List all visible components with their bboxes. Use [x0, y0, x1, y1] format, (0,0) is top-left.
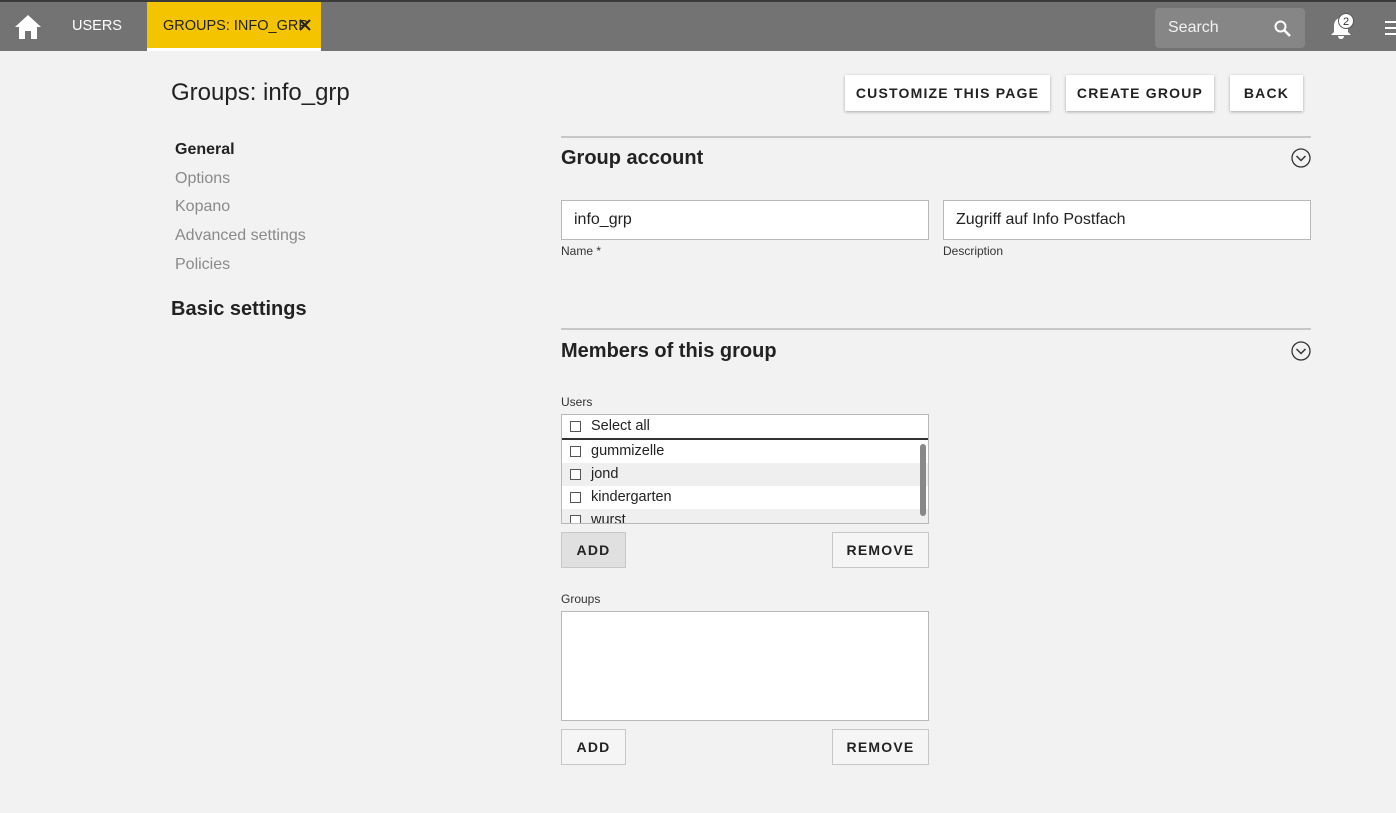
users-scrollbar[interactable]: [920, 444, 926, 516]
add-group-button[interactable]: ADD: [561, 729, 626, 765]
section-divider: [561, 136, 1311, 138]
list-item[interactable]: jond: [562, 463, 928, 486]
user-checkbox[interactable]: [570, 469, 581, 480]
user-name: kindergarten: [591, 489, 672, 505]
user-checkbox[interactable]: [570, 446, 581, 457]
search-input[interactable]: [1155, 8, 1278, 48]
group-account-title: Group account: [561, 147, 704, 169]
tab-label: GROUPS: INFO_GRP: [163, 18, 309, 34]
name-field[interactable]: [561, 200, 929, 240]
nav-item-advanced-settings[interactable]: Advanced settings: [175, 226, 306, 255]
chevron-down-icon[interactable]: [1291, 341, 1311, 361]
list-item[interactable]: wurst: [562, 509, 928, 524]
menu-icon[interactable]: [1385, 20, 1396, 36]
nav-item-options[interactable]: Options: [175, 169, 306, 198]
search-icon[interactable]: [1274, 20, 1291, 37]
name-label: Name *: [561, 244, 602, 258]
select-all-checkbox[interactable]: [570, 421, 581, 432]
home-icon[interactable]: [14, 14, 42, 40]
top-bar: USERS GROUPS: INFO_GRP 2: [0, 0, 1396, 51]
search-box: [1155, 8, 1305, 48]
add-user-button[interactable]: ADD: [561, 532, 626, 568]
users-label: Users: [561, 395, 593, 409]
nav-item-general[interactable]: General: [175, 140, 306, 169]
page-title: Groups: info_grp: [171, 79, 350, 106]
user-checkbox[interactable]: [570, 492, 581, 503]
select-all-label: Select all: [591, 418, 650, 434]
close-icon[interactable]: [299, 19, 311, 31]
user-name: jond: [591, 466, 619, 482]
notification-badge: 2: [1338, 13, 1354, 29]
groups-label: Groups: [561, 592, 601, 606]
users-list: Select all gummizelle jond kindergarten …: [561, 414, 929, 524]
description-label: Description: [943, 244, 1004, 258]
list-item[interactable]: gummizelle: [562, 440, 928, 463]
back-button[interactable]: BACK: [1230, 75, 1303, 111]
user-name: wurst: [591, 512, 626, 524]
chevron-down-icon[interactable]: [1291, 148, 1311, 168]
remove-group-button[interactable]: REMOVE: [832, 729, 929, 765]
section-nav: General Options Kopano Advanced settings…: [175, 140, 306, 283]
create-group-button[interactable]: CREATE GROUP: [1066, 75, 1214, 111]
select-all-row[interactable]: Select all: [562, 415, 928, 440]
nav-item-kopano[interactable]: Kopano: [175, 197, 306, 226]
user-checkbox[interactable]: [570, 515, 581, 523]
section-divider: [561, 328, 1311, 330]
members-title: Members of this group: [561, 340, 777, 362]
basic-settings-heading: Basic settings: [171, 298, 307, 320]
remove-user-button[interactable]: REMOVE: [832, 532, 929, 568]
list-item[interactable]: kindergarten: [562, 486, 928, 509]
user-name: gummizelle: [591, 443, 665, 459]
nav-item-policies[interactable]: Policies: [175, 255, 306, 284]
customize-page-button[interactable]: CUSTOMIZE THIS PAGE: [845, 75, 1050, 111]
tab-users[interactable]: USERS: [56, 2, 138, 51]
description-field[interactable]: [943, 200, 1311, 240]
tab-groups-info-grp[interactable]: GROUPS: INFO_GRP: [147, 2, 321, 51]
groups-list[interactable]: [561, 611, 929, 721]
